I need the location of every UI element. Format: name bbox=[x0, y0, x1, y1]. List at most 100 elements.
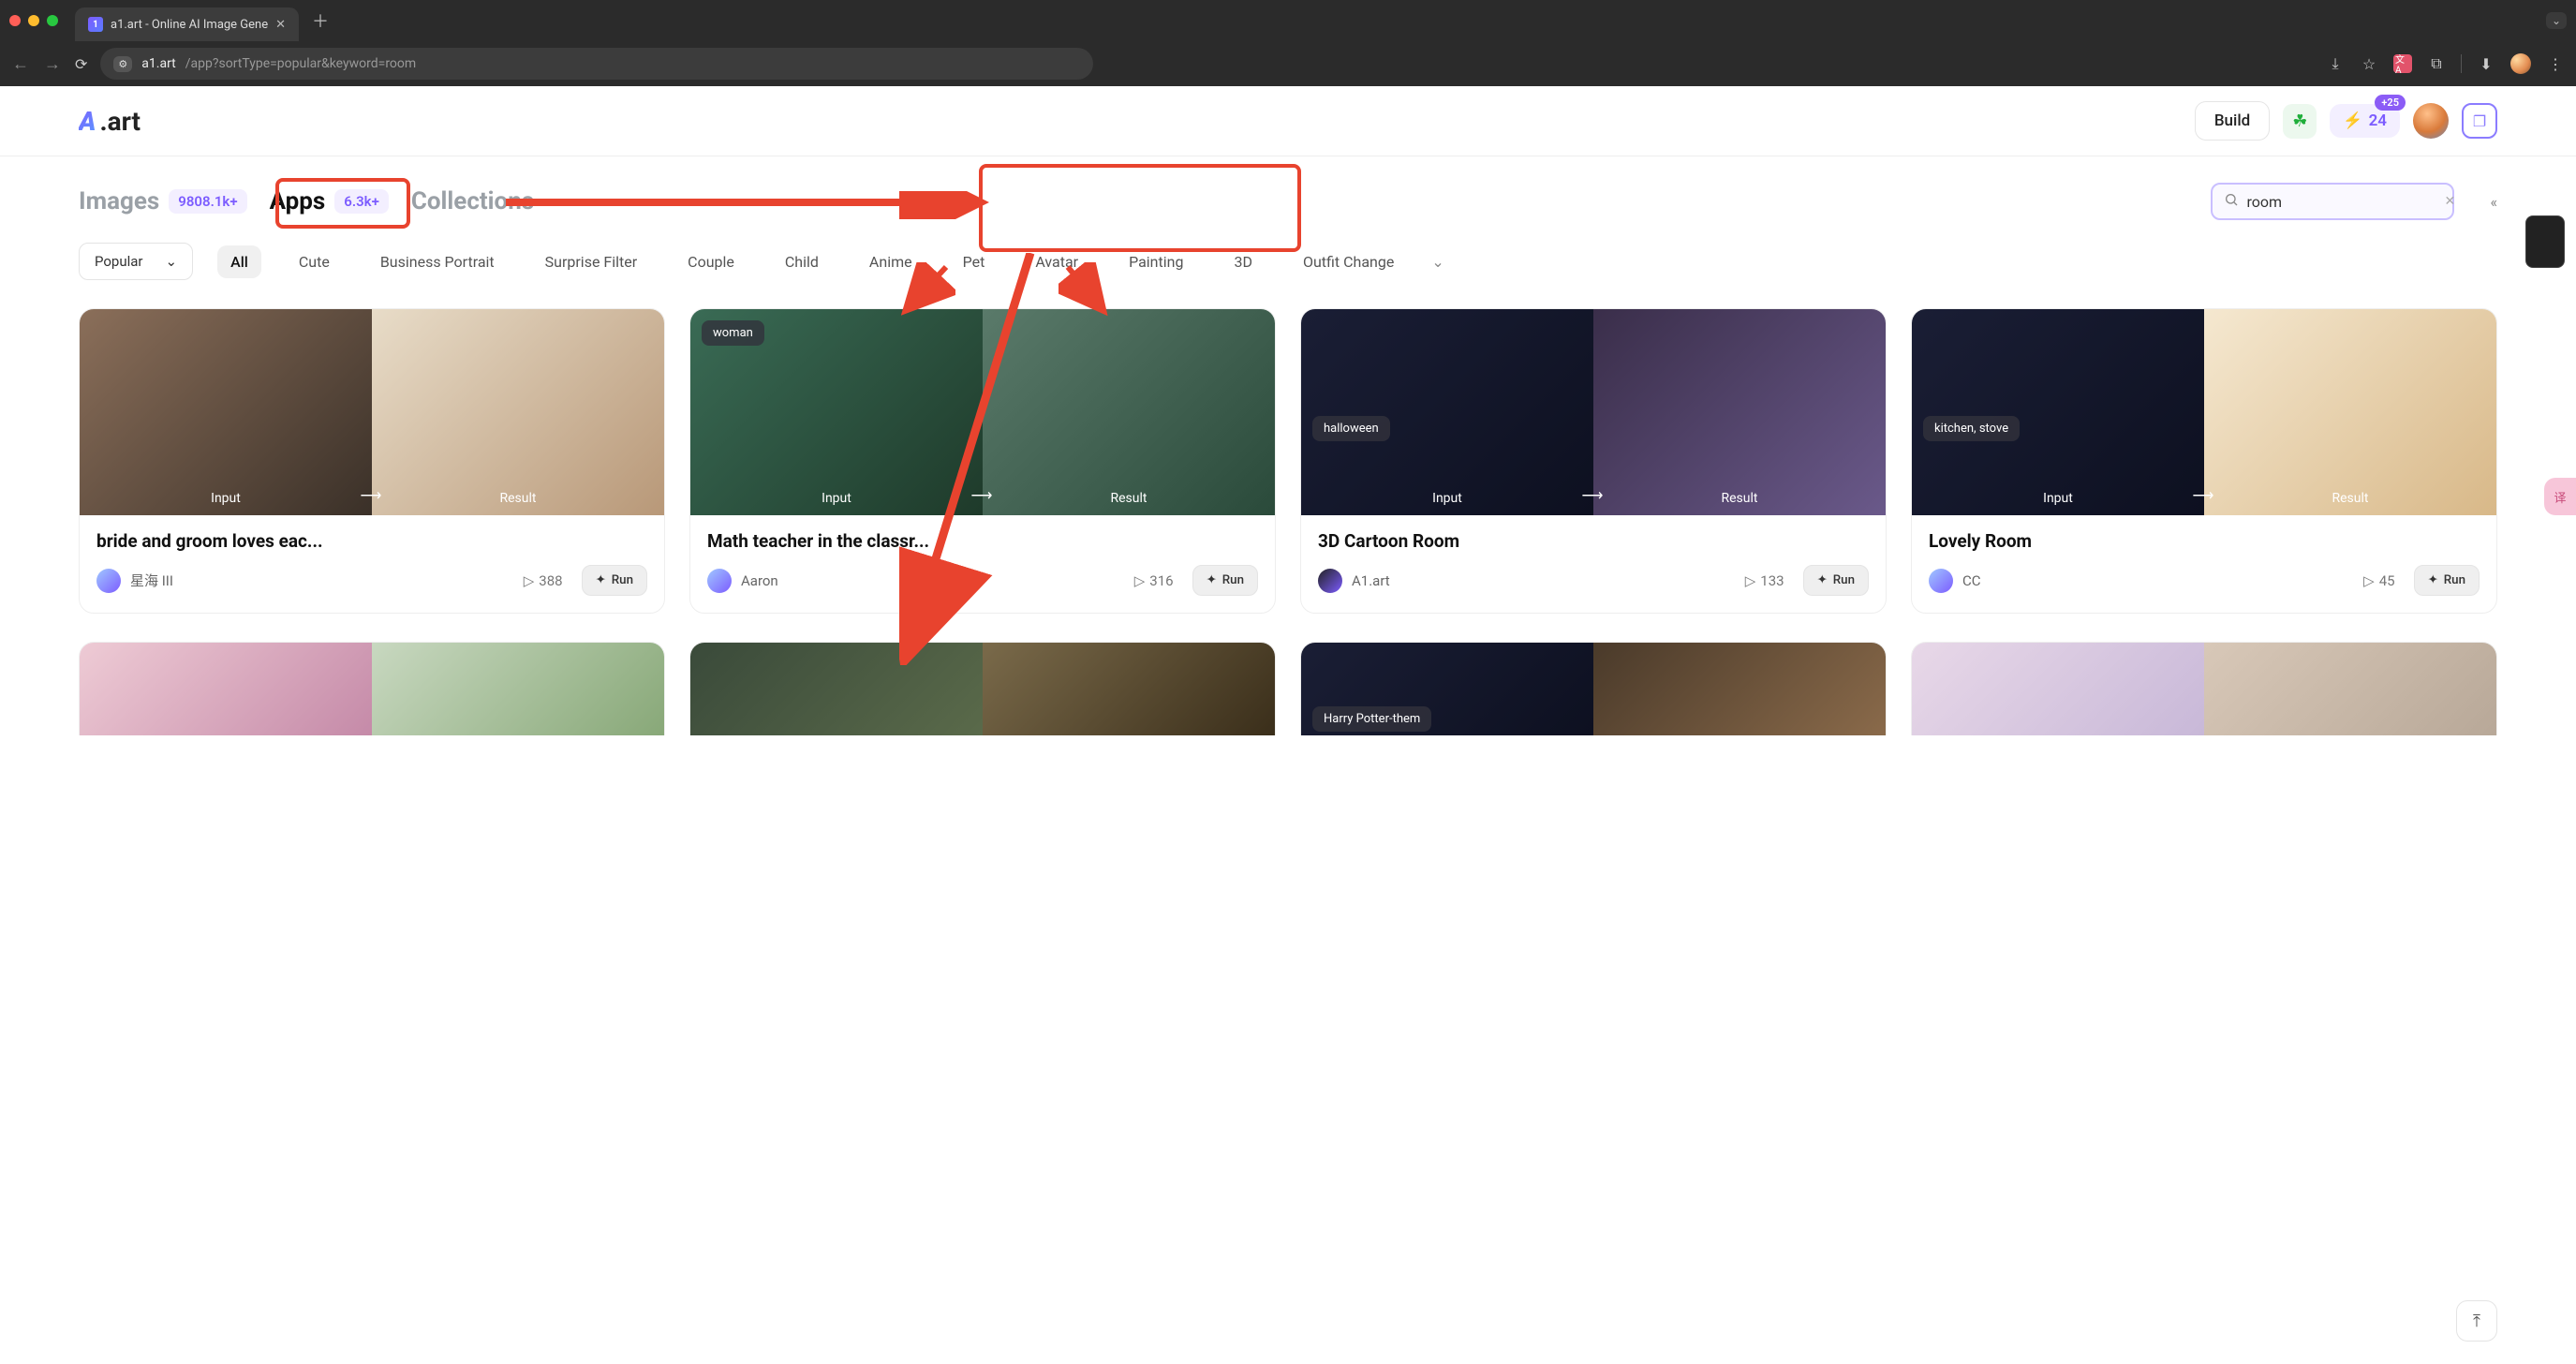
tag-chip: Harry Potter-them bbox=[1312, 706, 1431, 732]
author-avatar[interactable] bbox=[1318, 569, 1342, 593]
run-button[interactable]: ✦Run bbox=[2414, 565, 2480, 596]
app-card[interactable]: Input Result ⟶ bride and groom loves eac… bbox=[79, 308, 665, 614]
author-avatar[interactable] bbox=[1929, 569, 1953, 593]
search-input[interactable] bbox=[2246, 193, 2436, 211]
filter-business-portrait[interactable]: Business Portrait bbox=[367, 245, 508, 278]
new-tab-button[interactable]: ＋ bbox=[312, 8, 329, 33]
result-preview: Result bbox=[983, 309, 1275, 515]
input-preview bbox=[80, 643, 372, 735]
app-card[interactable]: Input Result ⟶ halloween 3D Cartoon Room… bbox=[1300, 308, 1887, 614]
card-title: Math teacher in the classr... bbox=[707, 530, 1258, 552]
divider bbox=[2461, 54, 2462, 73]
filter-row: Popular ⌄ All Cute Business Portrait Sur… bbox=[0, 230, 2576, 299]
clear-search-icon[interactable]: ✕ bbox=[2444, 194, 2455, 209]
address-bar[interactable]: ⚙ a1.art/app?sortType=popular&keyword=ro… bbox=[100, 48, 1093, 80]
app-card[interactable] bbox=[1911, 642, 2497, 735]
header-right: Build ☘ ⚡ 24 +25 ❐ bbox=[2195, 101, 2497, 141]
input-label: Input bbox=[211, 491, 241, 506]
extensions-icon[interactable]: ⧉ bbox=[2427, 54, 2446, 73]
site-header: A.art Build ☘ ⚡ 24 +25 ❐ bbox=[0, 86, 2576, 156]
result-preview: Result bbox=[1593, 309, 1886, 515]
filter-3d[interactable]: 3D bbox=[1221, 245, 1266, 278]
search-wrap: ✕ bbox=[2211, 183, 2454, 220]
card-preview: Input Result ⟶ bbox=[80, 309, 664, 515]
filter-all[interactable]: All bbox=[217, 245, 261, 278]
filter-child[interactable]: Child bbox=[772, 245, 832, 278]
app-card[interactable]: Harry Potter-them bbox=[1300, 642, 1887, 735]
result-preview bbox=[2204, 643, 2496, 735]
app-card[interactable]: Input Result ⟶ kitchen, stove Lovely Roo… bbox=[1911, 308, 2497, 614]
collapse-panel-icon[interactable]: « bbox=[2490, 193, 2497, 211]
tabs-overflow-icon[interactable]: ⌄ bbox=[2546, 12, 2567, 29]
window-controls[interactable] bbox=[9, 15, 58, 26]
floating-preview-widget[interactable] bbox=[2525, 215, 2565, 268]
filter-anime[interactable]: Anime bbox=[856, 245, 925, 278]
logo[interactable]: A.art bbox=[79, 106, 141, 137]
credits-chip[interactable]: ⚡ 24 +25 bbox=[2330, 104, 2400, 138]
author-name[interactable]: 星海 III bbox=[130, 571, 173, 590]
run-button[interactable]: ✦Run bbox=[582, 565, 647, 596]
bolt-icon: ⚡ bbox=[2343, 111, 2362, 130]
profile-avatar-icon[interactable] bbox=[2510, 53, 2531, 74]
tab-images[interactable]: Images 9808.1k+ bbox=[79, 187, 247, 215]
result-label: Result bbox=[2332, 491, 2369, 506]
menu-icon[interactable]: ⋮ bbox=[2546, 54, 2565, 73]
arrow-icon: ⟶ bbox=[971, 486, 995, 504]
library-button[interactable]: ❐ bbox=[2462, 103, 2497, 139]
card-preview: Input Result ⟶ kitchen, stove bbox=[1912, 309, 2496, 515]
filter-outfit-change[interactable]: Outfit Change bbox=[1290, 245, 1407, 278]
filter-surprise-filter[interactable]: Surprise Filter bbox=[532, 245, 651, 278]
app-card[interactable] bbox=[79, 642, 665, 735]
sort-dropdown[interactable]: Popular ⌄ bbox=[79, 243, 193, 280]
result-preview: Result bbox=[2204, 309, 2496, 515]
tab-bar: 1 a1.art - Online AI Image Gene ✕ ＋ ⌄ bbox=[0, 0, 2576, 41]
minimize-window-icon[interactable] bbox=[28, 15, 39, 26]
page: A.art Build ☘ ⚡ 24 +25 ❐ Images 9808.1k+… bbox=[0, 86, 2576, 735]
close-window-icon[interactable] bbox=[9, 15, 21, 26]
wand-icon: ✦ bbox=[1207, 573, 1217, 587]
tab-collections[interactable]: Collections bbox=[411, 187, 534, 215]
input-preview bbox=[1912, 643, 2204, 735]
downloads-icon[interactable]: ⬇ bbox=[2477, 54, 2495, 73]
user-avatar[interactable] bbox=[2413, 103, 2449, 139]
bookmark-icon[interactable]: ☆ bbox=[2360, 54, 2378, 73]
author-name[interactable]: A1.art bbox=[1352, 572, 1390, 589]
filter-cute[interactable]: Cute bbox=[286, 245, 343, 278]
install-app-icon[interactable]: ⤓ bbox=[2326, 54, 2345, 73]
run-button[interactable]: ✦Run bbox=[1192, 565, 1258, 596]
tag-chip: halloween bbox=[1312, 416, 1390, 441]
filter-painting[interactable]: Painting bbox=[1116, 245, 1196, 278]
back-button[interactable]: ← bbox=[11, 54, 30, 74]
build-button[interactable]: Build bbox=[2195, 101, 2270, 141]
input-preview: Input bbox=[1301, 309, 1593, 515]
translate-extension-icon[interactable]: 文A bbox=[2393, 54, 2412, 73]
author-name[interactable]: Aaron bbox=[741, 572, 778, 589]
author-avatar[interactable] bbox=[96, 569, 121, 593]
filter-more-icon[interactable]: ⌄ bbox=[1431, 253, 1443, 271]
browser-tab[interactable]: 1 a1.art - Online AI Image Gene ✕ bbox=[75, 7, 299, 41]
search-box[interactable]: ✕ bbox=[2211, 183, 2454, 220]
wechat-icon[interactable]: ☘ bbox=[2283, 104, 2317, 139]
author-avatar[interactable] bbox=[707, 569, 732, 593]
tab-apps[interactable]: Apps 6.3k+ bbox=[270, 187, 389, 215]
run-button[interactable]: ✦Run bbox=[1803, 565, 1869, 596]
run-count: ▷ 133 bbox=[1745, 572, 1784, 589]
run-count: ▷ 316 bbox=[1134, 572, 1174, 589]
filter-avatar[interactable]: Avatar bbox=[1022, 245, 1091, 278]
author-name[interactable]: CC bbox=[1962, 572, 1981, 589]
browser-chrome: 1 a1.art - Online AI Image Gene ✕ ＋ ⌄ ← … bbox=[0, 0, 2576, 86]
reload-button[interactable]: ⟳ bbox=[75, 55, 87, 73]
run-count: ▷ 388 bbox=[524, 572, 563, 589]
filter-couple[interactable]: Couple bbox=[674, 245, 748, 278]
url-domain: a1.art bbox=[141, 56, 175, 71]
maximize-window-icon[interactable] bbox=[47, 15, 58, 26]
filter-pet[interactable]: Pet bbox=[950, 245, 999, 278]
logo-text: .art bbox=[100, 106, 141, 137]
site-settings-icon[interactable]: ⚙ bbox=[113, 56, 132, 72]
floating-translate-widget[interactable]: 译 bbox=[2544, 478, 2576, 515]
tab-close-icon[interactable]: ✕ bbox=[275, 18, 286, 32]
scroll-top-button[interactable]: ⤒ bbox=[2456, 1300, 2497, 1342]
app-card[interactable]: Input Result ⟶ woman Math teacher in the… bbox=[689, 308, 1276, 614]
app-card[interactable] bbox=[689, 642, 1276, 735]
tab-apps-count: 6.3k+ bbox=[334, 189, 389, 214]
